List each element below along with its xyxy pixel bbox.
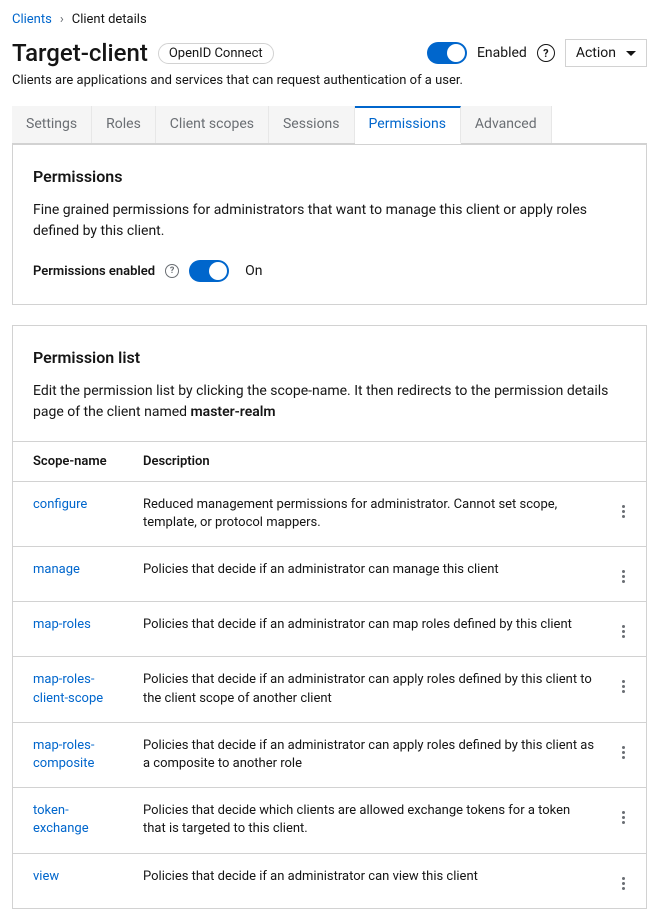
header: Target-client OpenID Connect Enabled ? A… [12,39,647,67]
scope-link[interactable]: map-roles-composite [33,738,94,771]
scope-link[interactable]: map-roles-client-scope [33,672,103,705]
scope-description: Policies that decide if an administrator… [133,853,606,908]
permissions-enabled-label: Permissions enabled [33,264,155,279]
table-row: map-roles Policies that decide if an admi… [13,602,646,657]
help-icon[interactable]: ? [165,264,179,278]
help-icon[interactable]: ? [537,44,555,62]
scope-description: Policies that decide if an administrator… [133,547,606,602]
tab-permissions[interactable]: Permissions [355,106,461,144]
tab-roles[interactable]: Roles [92,106,156,143]
enabled-switch-label: Enabled [477,45,527,61]
tab-sessions[interactable]: Sessions [269,106,355,143]
permission-list-card: Permission list Edit the permission list… [12,325,647,909]
table-row: view Policies that decide if an administr… [13,853,646,908]
breadcrumb-current: Client details [72,12,147,27]
page-title: Target-client [12,39,148,67]
scope-link[interactable]: manage [33,562,80,577]
breadcrumb: Clients › Client details [12,12,647,27]
action-dropdown[interactable]: Action [565,39,647,67]
table-row: configure Reduced management permissions … [13,482,646,547]
permissions-title: Permissions [33,167,626,186]
kebab-menu-icon[interactable] [618,807,629,828]
scope-link[interactable]: configure [33,497,87,512]
permissions-enabled-state: On [245,263,262,279]
tab-advanced[interactable]: Advanced [461,106,552,143]
scope-link[interactable]: token-exchange [33,803,89,836]
enabled-switch[interactable] [427,42,467,64]
page-subtitle: Clients are applications and services th… [12,73,647,88]
kebab-menu-icon[interactable] [618,676,629,697]
permissions-enabled-row: Permissions enabled ? On [33,260,626,282]
kebab-menu-icon[interactable] [618,566,629,587]
tabs: Settings Roles Client scopes Sessions Pe… [12,106,647,144]
tab-client-scopes[interactable]: Client scopes [156,106,269,143]
scope-description: Reduced management permissions for admin… [133,482,606,547]
scope-link[interactable]: view [33,869,59,884]
permissions-enabled-switch[interactable] [189,260,229,282]
breadcrumb-clients[interactable]: Clients [12,12,52,27]
table-row: manage Policies that decide if an adminis… [13,547,646,602]
table-row: token-exchange Policies that decide which… [13,788,646,853]
caret-down-icon [626,51,636,56]
tab-settings[interactable]: Settings [12,106,92,143]
protocol-badge: OpenID Connect [158,43,274,64]
chevron-right-icon: › [60,12,64,27]
scope-link[interactable]: map-roles [33,617,91,632]
scope-description: Policies that decide if an administrator… [133,722,606,787]
table-row: map-roles-composite Policies that decide … [13,722,646,787]
kebab-menu-icon[interactable] [618,501,629,522]
action-dropdown-label: Action [576,45,616,61]
table-header-description: Description [133,442,606,482]
scope-description: Policies that decide if an administrator… [133,602,606,657]
kebab-menu-icon[interactable] [618,873,629,894]
permission-table: Scope-name Description configure Reduced … [13,441,646,908]
table-row: map-roles-client-scope Policies that deci… [13,657,646,722]
scope-description: Policies that decide if an administrator… [133,657,606,722]
permission-list-title: Permission list [13,348,646,367]
scope-description: Policies that decide which clients are a… [133,788,606,853]
permissions-description: Fine grained permissions for administrat… [33,200,626,242]
kebab-menu-icon[interactable] [618,621,629,642]
table-header-scope: Scope-name [13,442,133,482]
permissions-card: Permissions Fine grained permissions for… [12,144,647,305]
permission-list-description: Edit the permission list by clicking the… [13,381,646,423]
kebab-menu-icon[interactable] [618,742,629,763]
